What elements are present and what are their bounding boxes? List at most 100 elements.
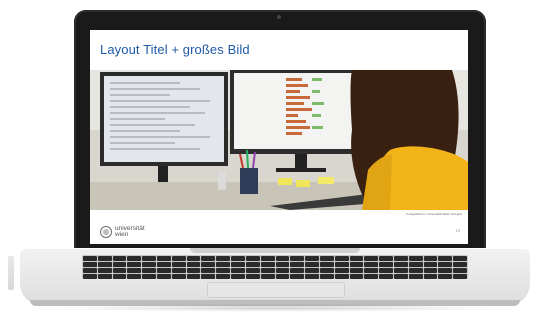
key: [453, 256, 467, 261]
key: [127, 274, 142, 279]
key: [157, 274, 171, 279]
key: [127, 268, 142, 273]
key: [334, 262, 349, 267]
key: [334, 268, 349, 273]
key: [201, 262, 216, 267]
key: [305, 268, 319, 273]
key: [83, 262, 97, 267]
key: [97, 256, 112, 261]
key: [127, 256, 142, 261]
laptop-mockup: Layout Titel + großes Bild Fotograf/inne…: [0, 0, 534, 319]
key: [201, 256, 216, 261]
key: [260, 268, 275, 273]
key: [112, 274, 127, 279]
key: [349, 262, 364, 267]
slide-photo: [90, 70, 468, 210]
key: [171, 262, 186, 267]
key: [260, 274, 275, 279]
key: [275, 262, 290, 267]
key: [393, 256, 408, 261]
photo-credit: Fotograf/innen: Universität Wien/ Fotogr…: [406, 212, 462, 216]
key: [319, 268, 334, 273]
key: [157, 268, 171, 273]
key: [408, 262, 423, 267]
presentation-slide: Layout Titel + großes Bild Fotograf/inne…: [90, 30, 468, 244]
key: [97, 268, 112, 273]
key: [349, 268, 364, 273]
laptop-hinge: [190, 248, 360, 253]
key: [408, 268, 423, 273]
key: [142, 268, 157, 273]
webcam-icon: [277, 15, 281, 19]
key: [245, 274, 260, 279]
key: [201, 274, 216, 279]
key: [83, 268, 97, 273]
key: [408, 274, 423, 279]
key: [231, 256, 245, 261]
key: [142, 262, 157, 267]
key: [305, 256, 319, 261]
key: [127, 262, 142, 267]
key: [245, 256, 260, 261]
key: [438, 268, 453, 273]
key: [142, 274, 157, 279]
key: [112, 262, 127, 267]
slide-page-number: 19: [455, 228, 460, 233]
key: [186, 262, 201, 267]
key: [349, 256, 364, 261]
key: [319, 256, 334, 261]
trackpad: [207, 282, 345, 298]
key: [216, 262, 231, 267]
university-seal-icon: [100, 226, 112, 238]
key: [438, 262, 453, 267]
key: [453, 274, 467, 279]
key: [334, 256, 349, 261]
key: [186, 256, 201, 261]
key: [408, 256, 423, 261]
key: [319, 274, 334, 279]
key: [393, 274, 408, 279]
key: [364, 262, 379, 267]
key: [186, 268, 201, 273]
key: [379, 274, 393, 279]
key: [379, 262, 393, 267]
key: [231, 274, 245, 279]
key: [364, 268, 379, 273]
key: [393, 268, 408, 273]
key: [186, 274, 201, 279]
background-fragment: [8, 256, 14, 290]
key: [216, 256, 231, 261]
key: [275, 274, 290, 279]
key: [142, 256, 157, 261]
key: [275, 256, 290, 261]
logo-line-2: wien: [115, 231, 129, 238]
key: [290, 268, 305, 273]
key: [423, 262, 438, 267]
key: [305, 274, 319, 279]
key: [201, 268, 216, 273]
key: [453, 262, 467, 267]
key: [97, 262, 112, 267]
key: [245, 262, 260, 267]
key: [379, 268, 393, 273]
key: [260, 262, 275, 267]
key: [216, 268, 231, 273]
key: [364, 274, 379, 279]
key: [423, 256, 438, 261]
key: [438, 274, 453, 279]
university-logo: universität wien: [100, 224, 160, 240]
laptop-base: [20, 248, 530, 304]
key: [157, 256, 171, 261]
key: [216, 274, 231, 279]
key: [319, 262, 334, 267]
key: [334, 274, 349, 279]
key: [364, 256, 379, 261]
key: [171, 268, 186, 273]
office-photo: [90, 70, 468, 210]
key: [290, 262, 305, 267]
key: [290, 274, 305, 279]
key: [83, 256, 97, 261]
key: [83, 274, 97, 279]
key: [157, 262, 171, 267]
key: [97, 274, 112, 279]
